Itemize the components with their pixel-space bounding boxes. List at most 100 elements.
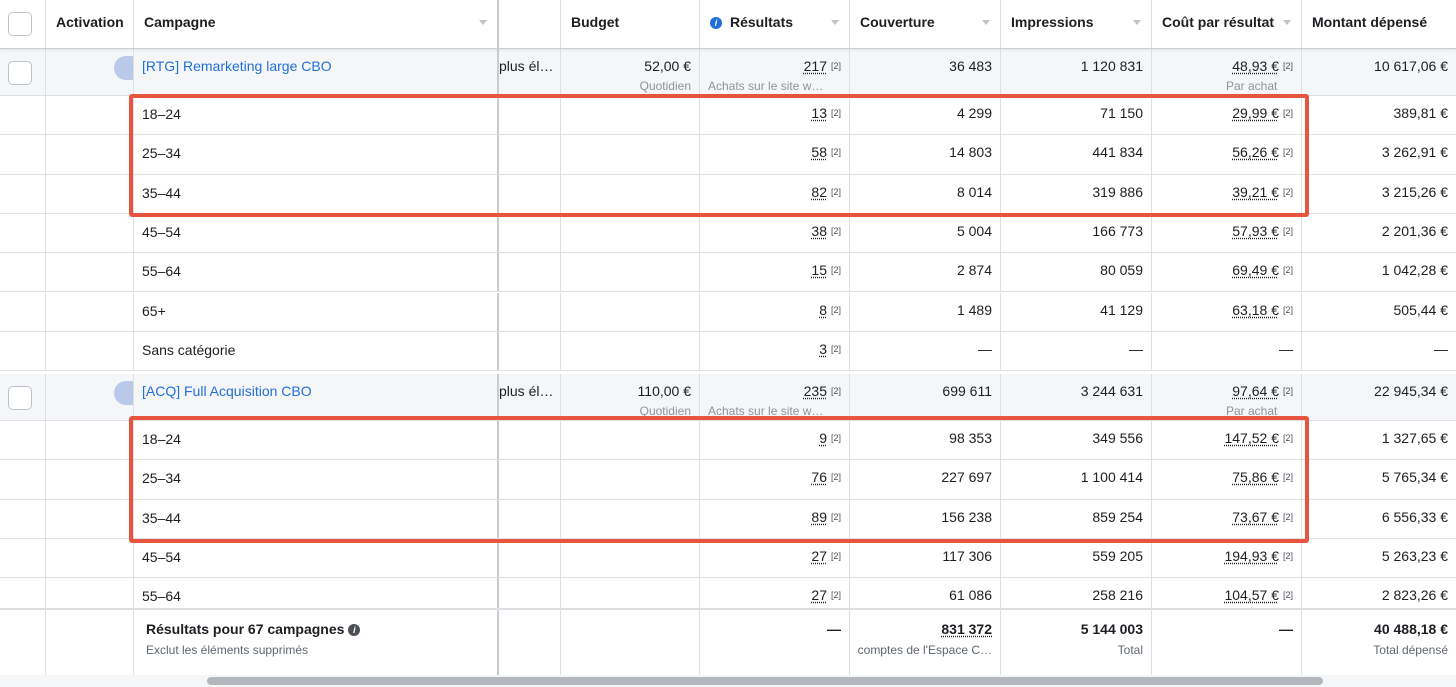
cell-camp: 65+ [134,292,499,331]
activation-toggle[interactable] [114,56,133,80]
cost-value: 57,93 € [2] [1232,223,1293,239]
row-checkbox[interactable] [8,61,32,85]
footer-spacer [499,610,561,677]
cell-results: 13 [2] [700,96,850,135]
sort-caret-icon[interactable] [831,20,839,25]
results-link[interactable]: 3 [819,341,827,357]
cost-link[interactable]: 75,86 € [1232,469,1279,485]
cost-link[interactable]: 57,93 € [1232,223,1279,239]
partial-text: plus él… [499,383,554,399]
cost-link[interactable]: 56,26 € [1232,144,1279,160]
cell-partial [499,421,561,460]
impressions-value: 80 059 [1100,262,1143,279]
cell-reach: 98 353 [850,421,1001,460]
footnote-marker: [2] [1282,225,1293,236]
sort-caret-icon[interactable] [982,20,990,25]
campaign-row[interactable]: [ACQ] Full Acquisition CBO plus él… 110,00… [0,374,1456,421]
cell-results: 38 [2] [700,213,850,253]
results-link[interactable]: 235 [804,383,827,399]
reach-value: 699 611 [942,383,992,399]
scrollbar-thumb[interactable] [207,677,1323,685]
results-link[interactable]: 38 [811,223,827,239]
cost-link[interactable]: 63,18 € [1232,302,1279,318]
campaign-name-link[interactable]: [ACQ] Full Acquisition CBO [142,383,312,399]
footnote-marker: [2] [830,186,841,197]
col-reach[interactable]: Couverture [850,0,1001,48]
cell-impressions: 41 129 [1001,292,1152,331]
age-label: 45–54 [142,223,181,240]
cell-results: 82 [2] [700,174,850,213]
cell-cost: 69,49 € [2] [1152,253,1302,292]
results-link[interactable]: 9 [819,430,827,446]
breakdown-row: 18–24 9 [2] 98 353 349 556 147,52 € [2] 1 327,6… [0,421,1456,461]
col-cost[interactable]: Coût par résultat [1152,0,1302,48]
results-link[interactable]: 27 [811,587,827,603]
results-link[interactable]: 82 [811,184,827,200]
reach-value: 61 086 [949,587,992,604]
cost-link[interactable]: 104,57 € [1224,587,1279,603]
row-checkbox[interactable] [8,386,32,410]
cost-link[interactable]: 69,49 € [1232,262,1279,278]
cell-reach: 5 004 [850,213,1001,253]
results-link[interactable]: 76 [811,469,827,485]
sort-caret-icon[interactable] [1133,20,1141,25]
results-link[interactable]: 27 [811,548,827,564]
cell-camp: [ACQ] Full Acquisition CBO [134,374,499,420]
col-spent[interactable]: Montant dépensé [1302,0,1456,48]
cost-link[interactable]: 39,21 € [1232,184,1279,200]
cell-impressions: 3 244 631 [1001,374,1152,420]
cell-partial [499,213,561,253]
breakdown-row: 25–34 58 [2] 14 803 441 834 56,26 € [2] 3 262,9… [0,135,1456,175]
cost-link[interactable]: 29,99 € [1232,105,1279,121]
col-activation[interactable]: Activation [46,0,134,48]
age-label: 45–54 [142,548,181,565]
cell-camp: 25–34 [134,460,499,499]
cell-spent: 5 765,34 € [1302,460,1456,498]
results-link[interactable]: 15 [811,262,827,278]
footnote-marker: [2] [830,433,841,443]
activation-toggle[interactable] [114,381,133,405]
impressions-value: 859 254 [1092,508,1143,525]
cell-cost: 97,64 € [2] Par achat [1152,374,1302,420]
footer-reach-value[interactable]: 831 372 [941,621,992,637]
results-link[interactable]: 217 [804,58,827,74]
budget-sub: Quotidien [639,79,691,93]
breakdown-row: 35–44 89 [2] 156 238 859 254 73,67 € [2] 6 556,… [0,499,1456,539]
cost-value: 147,52 € [2] [1224,430,1293,446]
footnote-marker: [2] [830,304,841,315]
footer-spacer [46,610,134,677]
campaign-name-link[interactable]: [RTG] Remarketing large CBO [142,58,332,74]
sort-caret-icon[interactable] [1283,20,1291,25]
footer-summary[interactable]: Résultats pour 67 campagnes i Exclut les … [134,610,499,677]
cost-sub: Par achat [1226,404,1278,418]
cell-cost: 57,93 € [2] [1152,213,1302,253]
info-icon[interactable]: i [348,624,361,636]
sort-caret-icon[interactable] [479,20,487,25]
cost-link[interactable]: 48,93 € [1232,58,1279,74]
results-link[interactable]: 58 [811,144,827,160]
footer-spent-sub: Total dépensé [1373,643,1448,657]
results-link[interactable]: 89 [811,509,827,525]
cell-budget: 52,00 € Quotidien [561,49,700,95]
cell-act [46,421,134,460]
col-results[interactable]: i Résultats [700,0,850,48]
campaign-row[interactable]: [RTG] Remarketing large CBO plus él… 52,00… [0,49,1456,96]
footnote-marker: [2] [1282,386,1293,396]
select-all-checkbox[interactable] [8,12,32,36]
col-impressions[interactable]: Impressions [1001,0,1152,48]
results-link[interactable]: 13 [811,105,827,121]
col-budget[interactable]: Budget [561,0,700,48]
cell-act [46,174,134,213]
cost-link[interactable]: 147,52 € [1224,430,1279,446]
cost-link[interactable]: 73,67 € [1232,509,1279,525]
results-link[interactable]: 8 [819,302,827,318]
col-campaign[interactable]: Campagne [134,0,499,48]
info-icon[interactable]: i [710,17,722,29]
cell-impressions: 71 150 [1001,96,1152,135]
cost-link[interactable]: 194,93 € [1224,548,1279,564]
spent-value: 6 556,33 € [1381,508,1448,525]
breakdown-row: 65+ 8 [2] 1 489 41 129 63,18 € [2] 505,44 € [0,292,1456,332]
cost-link[interactable]: 97,64 € [1232,383,1279,399]
cell-partial [499,499,561,538]
footer-spent: 40 488,18 € Total dépensé [1302,610,1456,677]
